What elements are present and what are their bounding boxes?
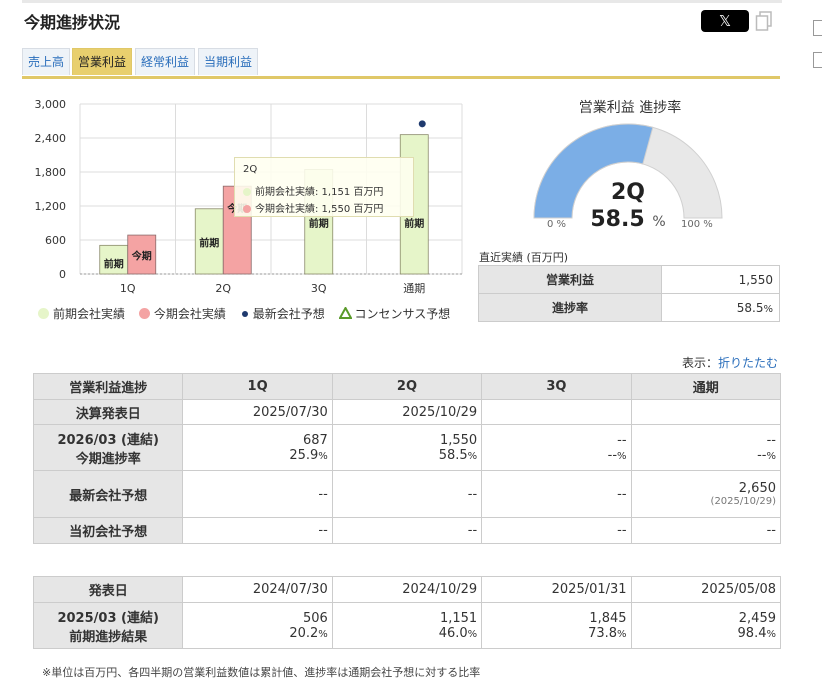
header-cell: 3Q — [481, 373, 632, 400]
cell: 2025/05/08 — [630, 576, 782, 603]
row-header: 当初会社予想 — [32, 517, 184, 544]
cell: 1,151 46.0% — [331, 602, 483, 649]
header-cell: 営業利益進捗 — [32, 373, 184, 400]
tab-operating-profit[interactable]: 営業利益 — [72, 48, 132, 75]
row-header: 決算発表日 — [32, 399, 184, 425]
x-tick-label: 1Q — [120, 282, 136, 295]
cell: -- — [331, 517, 483, 544]
cell — [481, 399, 632, 425]
legend-forecast[interactable]: 最新会社予想 — [240, 307, 325, 321]
table-header-row: 営業利益進捗 1Q 2Q 3Q 通期 — [32, 373, 782, 400]
row-header: 2025/03 (連結) 前期進捗結果 — [32, 602, 184, 649]
gauge-max-label: 100 % — [681, 219, 713, 230]
y-tick-label: 2,400 — [35, 132, 67, 145]
header-cell: 1Q — [182, 373, 333, 400]
bar-label-prev: 前期 — [404, 217, 424, 230]
x-tick-label: 2Q — [215, 282, 231, 295]
x-tick-label: 3Q — [311, 282, 327, 295]
triangle-icon — [337, 305, 353, 319]
cell: -- — [481, 517, 632, 544]
x-share-button[interactable]: 𝕏 — [701, 10, 749, 32]
tooltip-row-current: 今期会社実績: 1,550 百万円 — [243, 200, 383, 215]
bar-label-current: 今期 — [131, 250, 152, 263]
top-divider — [22, 0, 782, 3]
cell: 2,650 (2025/10/29) — [630, 470, 782, 518]
row-header: 発表日 — [32, 576, 184, 603]
cell: 2024/07/30 — [182, 576, 333, 603]
forecast-point — [418, 120, 426, 128]
y-tick-label: 0 — [59, 268, 66, 281]
table-row: 2026/03 (連結) 今期進捗率 687 25.9% 1,550 58.5% --… — [32, 424, 782, 471]
previous-year-table: 発表日 2024/07/30 2024/10/29 2025/01/31 202… — [32, 576, 782, 649]
chart-legend: 前期会社実績 今期会社実績 最新会社予想 コンセンサス予想 — [38, 305, 460, 322]
progress-table: 営業利益進捗 1Q 2Q 3Q 通期 決算発表日 2025/07/30 2025… — [32, 373, 782, 544]
legend-current[interactable]: 今期会社実績 — [138, 307, 226, 321]
cell: 2025/07/30 — [182, 399, 333, 425]
edge-widget[interactable] — [813, 20, 822, 36]
table-row: 進捗率 58.5% — [478, 293, 780, 322]
table-row: 2025/03 (連結) 前期進捗結果 506 20.2% 1,151 46.0% 1… — [32, 602, 782, 649]
recent-results-table: 営業利益 1,550 進捗率 58.5% — [478, 265, 780, 322]
display-toggle: 表示：折りたたむ — [682, 356, 779, 370]
cell: -- --% — [630, 424, 782, 471]
cell: -- --% — [481, 424, 632, 471]
y-tick-label: 1,200 — [35, 200, 67, 213]
header-cell: 2Q — [331, 373, 483, 400]
y-tick-label: 3,000 — [35, 98, 67, 111]
cell: -- — [182, 517, 333, 544]
cell: -- — [481, 470, 632, 518]
x-tick-label: 通期 — [403, 282, 425, 295]
header-cell: 通期 — [630, 373, 782, 400]
cell: 2025/10/29 — [331, 399, 483, 425]
y-tick-label: 600 — [45, 234, 66, 247]
tab-net-profit[interactable]: 当期利益 — [198, 48, 258, 75]
row-header: 進捗率 — [478, 293, 662, 322]
gauge-min-label: 0 % — [547, 219, 567, 230]
table-row: 決算発表日 2025/07/30 2025/10/29 — [32, 399, 782, 425]
cell: 58.5% — [661, 293, 780, 322]
cell: 2024/10/29 — [331, 576, 483, 603]
chart-tooltip: 2Q 前期会社実績: 1,151 百万円 今期会社実績: 1,550 百万円 — [234, 157, 414, 217]
legend-prev[interactable]: 前期会社実績 — [38, 307, 125, 321]
cell: 506 20.2% — [182, 602, 333, 649]
bar-label-prev: 前期 — [199, 236, 219, 249]
legend-consensus[interactable]: コンセンサス予想 — [337, 305, 450, 321]
cell — [630, 399, 782, 425]
cell: 1,550 — [661, 265, 780, 294]
table-row: 営業利益 1,550 — [478, 265, 780, 294]
cell: -- — [630, 517, 782, 544]
cell: 2,459 98.4% — [630, 602, 782, 649]
page-title: 今期進捗状況 — [24, 13, 121, 32]
row-header: 2026/03 (連結) 今期進捗率 — [32, 424, 184, 471]
cell: 1,550 58.5% — [331, 424, 483, 471]
row-header: 営業利益 — [478, 265, 662, 294]
table-row: 最新会社予想 -- -- -- 2,650 (2025/10/29) — [32, 470, 782, 518]
cell: -- — [182, 470, 333, 518]
copy-icon[interactable] — [755, 11, 773, 31]
collapse-link[interactable]: 折りたたむ — [718, 356, 778, 370]
cell: 1,845 73.8% — [481, 602, 632, 649]
cell: 687 25.9% — [182, 424, 333, 471]
table-row: 当初会社予想 -- -- -- -- — [32, 517, 782, 544]
y-tick-label: 1,800 — [35, 166, 67, 179]
gauge-title: 営業利益 進捗率 — [578, 100, 682, 116]
cell: -- — [331, 470, 483, 518]
row-header: 最新会社予想 — [32, 470, 184, 518]
edge-widget[interactable] — [813, 52, 822, 68]
cell: 2025/01/31 — [481, 576, 632, 603]
bar-label-prev: 前期 — [309, 217, 329, 230]
recent-results-label: 直近実績 (百万円) — [479, 251, 569, 264]
metric-tabs: 売上高 営業利益 経常利益 当期利益 — [22, 48, 780, 79]
gauge-quarter: 2Q — [610, 180, 645, 205]
table-row: 発表日 2024/07/30 2024/10/29 2025/01/31 202… — [32, 576, 782, 603]
tab-sales[interactable]: 売上高 — [22, 48, 70, 75]
bar-label-prev: 前期 — [104, 258, 124, 271]
tooltip-row-prev: 前期会社実績: 1,151 百万円 — [243, 183, 383, 198]
tooltip-title: 2Q — [243, 164, 258, 175]
tab-ordinary-profit[interactable]: 経常利益 — [135, 48, 195, 75]
footnote: ※単位は百万円、各四半期の営業利益数値は累計値、進捗率は通期会社予想に対する比率 — [42, 666, 481, 679]
